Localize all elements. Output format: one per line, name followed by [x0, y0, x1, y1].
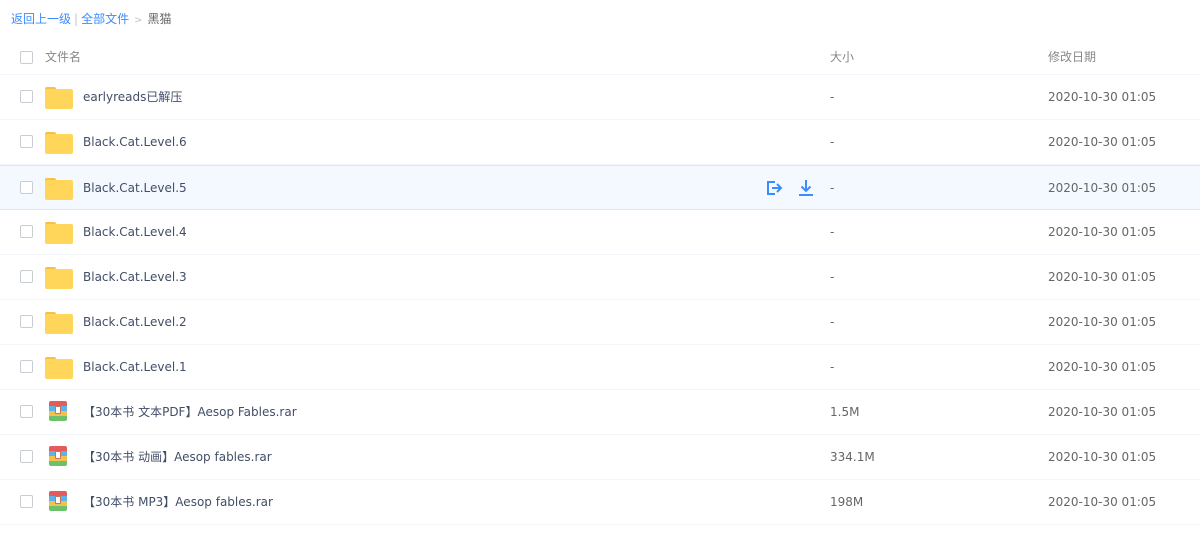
breadcrumb: 返回上一级 | 全部文件 > 黑猫 — [11, 11, 171, 27]
file-icon-wrap — [45, 265, 73, 289]
file-row[interactable]: Black.Cat.Level.5 - 2020-10-30 01:05 — [0, 165, 1200, 210]
file-name[interactable]: 【30本书 动画】Aesop fables.rar — [83, 435, 272, 480]
file-icon-wrap — [45, 130, 73, 154]
file-date: 2020-10-30 01:05 — [1048, 90, 1157, 104]
file-date: 2020-10-30 01:05 — [1048, 360, 1157, 374]
file-name[interactable]: Black.Cat.Level.3 — [83, 255, 187, 300]
file-size: 198M — [830, 495, 864, 509]
column-header-name[interactable]: 文件名 — [45, 40, 81, 75]
file-icon-wrap — [45, 176, 73, 200]
file-row[interactable]: Black.Cat.Level.4 - 2020-10-30 01:05 — [0, 210, 1200, 255]
file-list: earlyreads已解压 - 2020-10-30 01:05 Black.C… — [0, 75, 1200, 525]
file-icon-wrap — [45, 400, 73, 424]
file-row[interactable]: earlyreads已解压 - 2020-10-30 01:05 — [0, 75, 1200, 120]
column-header-size[interactable]: 大小 — [830, 40, 854, 75]
file-date: 2020-10-30 01:05 — [1048, 270, 1157, 284]
file-size: - — [830, 315, 835, 329]
file-date: 2020-10-30 01:05 — [1048, 135, 1157, 149]
file-name[interactable]: Black.Cat.Level.1 — [83, 345, 187, 390]
file-size: 1.5M — [830, 405, 860, 419]
file-size: - — [830, 135, 835, 149]
file-row[interactable]: Black.Cat.Level.3 - 2020-10-30 01:05 — [0, 255, 1200, 300]
row-checkbox[interactable] — [20, 270, 33, 283]
file-date: 2020-10-30 01:05 — [1048, 450, 1157, 464]
file-size: 334.1M — [830, 450, 875, 464]
file-icon-wrap — [45, 355, 73, 379]
rar-archive-icon — [49, 491, 67, 511]
file-size: - — [830, 360, 835, 374]
row-checkbox[interactable] — [20, 450, 33, 463]
rar-archive-icon — [49, 401, 67, 421]
file-size: - — [830, 181, 835, 195]
file-icon-wrap — [45, 85, 73, 109]
file-name[interactable]: Black.Cat.Level.4 — [83, 210, 187, 255]
file-date: 2020-10-30 01:05 — [1048, 315, 1157, 329]
row-checkbox[interactable] — [20, 90, 33, 103]
file-size: - — [830, 225, 835, 239]
file-row[interactable]: Black.Cat.Level.1 - 2020-10-30 01:05 — [0, 345, 1200, 390]
file-row[interactable]: Black.Cat.Level.2 - 2020-10-30 01:05 — [0, 300, 1200, 345]
all-files-link[interactable]: 全部文件 — [81, 12, 129, 26]
breadcrumb-separator: | — [74, 12, 79, 26]
file-name[interactable]: Black.Cat.Level.6 — [83, 120, 187, 165]
file-size: - — [830, 90, 835, 104]
row-checkbox[interactable] — [20, 360, 33, 373]
folder-icon — [45, 220, 73, 244]
file-name[interactable]: earlyreads已解压 — [83, 75, 182, 120]
folder-icon — [45, 265, 73, 289]
row-checkbox[interactable] — [20, 225, 33, 238]
file-date: 2020-10-30 01:05 — [1048, 495, 1157, 509]
file-icon-wrap — [45, 445, 73, 469]
file-row[interactable]: Black.Cat.Level.6 - 2020-10-30 01:05 — [0, 120, 1200, 165]
row-checkbox[interactable] — [20, 405, 33, 418]
row-checkbox[interactable] — [20, 495, 33, 508]
folder-icon — [45, 310, 73, 334]
file-row[interactable]: 【30本书 MP3】Aesop fables.rar 198M 2020-10-… — [0, 480, 1200, 525]
file-list-header: 文件名 大小 修改日期 — [0, 40, 1200, 75]
file-name[interactable]: Black.Cat.Level.5 — [83, 166, 187, 211]
file-name[interactable]: 【30本书 文本PDF】Aesop Fables.rar — [83, 390, 297, 435]
file-row[interactable]: 【30本书 文本PDF】Aesop Fables.rar 1.5M 2020-1… — [0, 390, 1200, 435]
file-date: 2020-10-30 01:05 — [1048, 225, 1157, 239]
file-name[interactable]: 【30本书 MP3】Aesop fables.rar — [83, 480, 273, 525]
row-checkbox[interactable] — [20, 135, 33, 148]
share-icon[interactable] — [764, 178, 784, 198]
folder-icon — [45, 85, 73, 109]
file-date: 2020-10-30 01:05 — [1048, 181, 1157, 195]
file-icon-wrap — [45, 310, 73, 334]
row-checkbox[interactable] — [20, 315, 33, 328]
folder-icon — [45, 176, 73, 200]
folder-icon — [45, 355, 73, 379]
file-icon-wrap — [45, 220, 73, 244]
select-all-checkbox[interactable] — [20, 51, 33, 64]
file-size: - — [830, 270, 835, 284]
file-name[interactable]: Black.Cat.Level.2 — [83, 300, 187, 345]
folder-icon — [45, 130, 73, 154]
column-header-date[interactable]: 修改日期 — [1048, 40, 1096, 75]
download-icon[interactable] — [796, 178, 816, 198]
file-date: 2020-10-30 01:05 — [1048, 405, 1157, 419]
file-icon-wrap — [45, 490, 73, 514]
file-row[interactable]: 【30本书 动画】Aesop fables.rar 334.1M 2020-10… — [0, 435, 1200, 480]
rar-archive-icon — [49, 446, 67, 466]
row-checkbox[interactable] — [20, 181, 33, 194]
breadcrumb-arrow: > — [134, 15, 143, 26]
back-link[interactable]: 返回上一级 — [11, 12, 71, 26]
breadcrumb-current: 黑猫 — [147, 12, 172, 26]
